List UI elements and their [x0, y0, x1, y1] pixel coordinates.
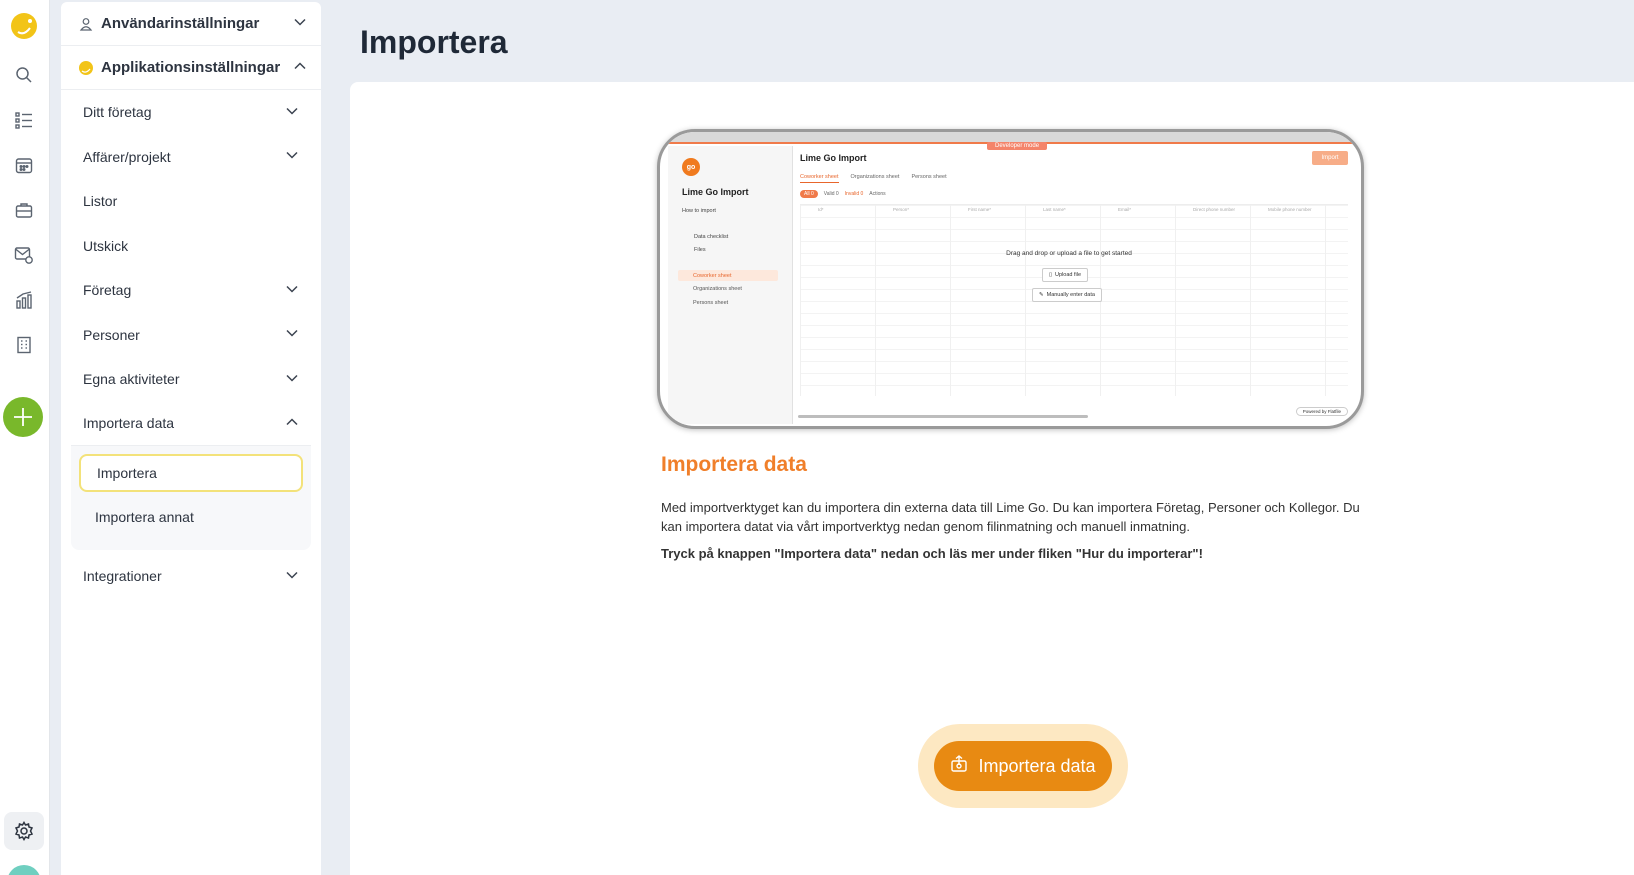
lime-go-logo-icon[interactable]: [9, 11, 39, 41]
app-settings-header[interactable]: Applikationsinställningar: [61, 46, 321, 90]
preview-tab: Organizations sheet: [850, 174, 900, 180]
import-button-halo: Importera data: [918, 724, 1128, 808]
preview-filter-bar: All 0 Valid 0 Invalid 0 Actions: [800, 190, 886, 198]
import-submenu: Importera Importera annat: [71, 446, 311, 550]
preview-column-headers: Id* Person* First name* Last name* Email…: [800, 207, 1348, 212]
preview-files: Files: [694, 247, 706, 253]
mail-icon[interactable]: [9, 240, 39, 270]
import-tool-preview-image: Developer mode go Lime Go Import How to …: [657, 129, 1364, 429]
preview-sheet: Coworker sheet: [678, 270, 778, 281]
building-icon[interactable]: [9, 330, 39, 360]
preview-upload-label: Upload file: [1055, 272, 1082, 278]
icon-rail: [0, 0, 50, 875]
avatar[interactable]: [7, 865, 41, 875]
nav-item-label: Importera data: [83, 415, 175, 432]
chevron-down-icon: [285, 568, 299, 585]
preview-column: First name*: [968, 207, 992, 212]
description-text: Med importverktyget kan du importera din…: [661, 500, 1360, 534]
preview-main-title: Lime Go Import: [800, 153, 867, 163]
user-icon: [75, 13, 97, 35]
preview-column: Email*: [1118, 207, 1132, 212]
preview-tab: Coworker sheet: [800, 174, 839, 183]
preview-column: Id*: [818, 207, 824, 212]
preview-side-title: Lime Go Import: [682, 187, 749, 197]
preview-upload-button: ▯ Upload file: [1042, 268, 1089, 282]
preview-how-to: How to import: [682, 208, 716, 214]
import-data-button-label: Importera data: [978, 755, 1096, 776]
nav-item-affarer-projekt[interactable]: Affärer/projekt: [71, 135, 311, 180]
preview-scrollbar: [798, 415, 1088, 418]
content-panel: Developer mode go Lime Go Import How to …: [350, 82, 1634, 875]
preview-filter-valid: Valid 0: [823, 191, 839, 197]
file-icon: ▯: [1049, 272, 1053, 278]
sub-item-importera[interactable]: Importera: [79, 454, 303, 492]
chart-icon[interactable]: [9, 285, 39, 315]
instruction-text: Tryck på knappen "Importera data" nedan …: [661, 546, 1203, 561]
user-settings-label: Användarinställningar: [101, 15, 260, 32]
nav-item-utskick[interactable]: Utskick: [71, 224, 311, 269]
preview-powered-badge: Powered by Flatfile: [1295, 407, 1348, 416]
preview-column: Direct phone number: [1193, 207, 1236, 212]
chevron-down-icon: [285, 326, 299, 343]
nav-item-foretag[interactable]: Företag: [71, 268, 311, 313]
preview-column: Last name*: [1043, 207, 1066, 212]
chevron-down-icon: [285, 371, 299, 388]
chevron-up-icon: [293, 59, 307, 77]
preview-manual-label: Manually enter data: [1046, 292, 1095, 298]
preview-filter-all: All 0: [800, 190, 818, 198]
sub-item-importera-annat[interactable]: Importera annat: [79, 498, 303, 536]
preview-tabs: Coworker sheet Organizations sheet Perso…: [800, 174, 947, 183]
section-title: Importera data: [661, 453, 807, 476]
app-settings-nav: Ditt företag Affärer/projekt Listor Utsk…: [61, 90, 321, 599]
nav-item-label: Ditt företag: [83, 104, 152, 121]
preview-manual-button: ✎ Manually enter data: [1032, 288, 1102, 302]
list-icon[interactable]: [9, 105, 39, 135]
preview-sheet: Persons sheet: [693, 299, 729, 306]
app-settings-label: Applikationsinställningar: [101, 59, 281, 76]
preview-column: Mobile phone number: [1268, 207, 1312, 212]
nav-item-importera-data[interactable]: Importera data: [71, 402, 311, 446]
briefcase-icon[interactable]: [9, 195, 39, 225]
import-icon: [950, 754, 968, 778]
preview-sheet: Organizations sheet: [693, 285, 742, 292]
nav-item-integrationer[interactable]: Integrationer: [71, 554, 311, 599]
preview-data-checklist: Data checklist: [694, 234, 729, 240]
lime-go-icon: [75, 57, 97, 79]
nav-item-listor[interactable]: Listor: [71, 179, 311, 224]
import-data-button[interactable]: Importera data: [934, 741, 1112, 791]
nav-item-label: Affärer/projekt: [83, 148, 171, 165]
lime-go-logo-icon: go: [682, 158, 700, 176]
settings-icon[interactable]: [4, 812, 44, 850]
edit-icon: ✎: [1039, 292, 1044, 298]
preview-sidebar: go Lime Go Import How to import Data che…: [668, 146, 793, 424]
search-icon[interactable]: [9, 60, 39, 90]
settings-sidebar: Användarinställningar Applikationsinstäl…: [61, 2, 321, 875]
preview-filter-invalid: Invalid 0: [844, 191, 864, 197]
chevron-down-icon: [285, 282, 299, 299]
nav-item-egna-aktiviteter[interactable]: Egna aktiviteter: [71, 357, 311, 402]
chevron-down-icon: [285, 104, 299, 121]
preview-import-button: Import: [1312, 151, 1348, 165]
nav-item-label: Utskick: [83, 237, 129, 254]
nav-item-label: Egna aktiviteter: [83, 371, 180, 388]
nav-item-personer[interactable]: Personer: [71, 313, 311, 358]
nav-item-label: Personer: [83, 326, 140, 343]
nav-item-ditt-foretag[interactable]: Ditt företag: [71, 90, 311, 135]
preview-tab: Persons sheet: [911, 174, 947, 180]
nav-item-label: Företag: [83, 282, 132, 299]
nav-item-label: Integrationer: [83, 568, 162, 585]
calendar-icon[interactable]: [9, 150, 39, 180]
preview-column: Person*: [893, 207, 910, 212]
chevron-up-icon: [285, 415, 299, 432]
preview-drop-text: Drag and drop or upload a file to get st…: [1006, 250, 1132, 257]
chevron-down-icon: [293, 15, 307, 33]
page-title: Importera: [360, 24, 508, 60]
chevron-down-icon: [285, 148, 299, 165]
preview-actions: Actions: [869, 191, 886, 197]
add-icon[interactable]: [3, 397, 43, 437]
preview-main: Lime Go Import Import Coworker sheet Org…: [794, 146, 1354, 424]
nav-item-label: Listor: [83, 193, 118, 210]
user-settings-header[interactable]: Användarinställningar: [61, 2, 321, 46]
